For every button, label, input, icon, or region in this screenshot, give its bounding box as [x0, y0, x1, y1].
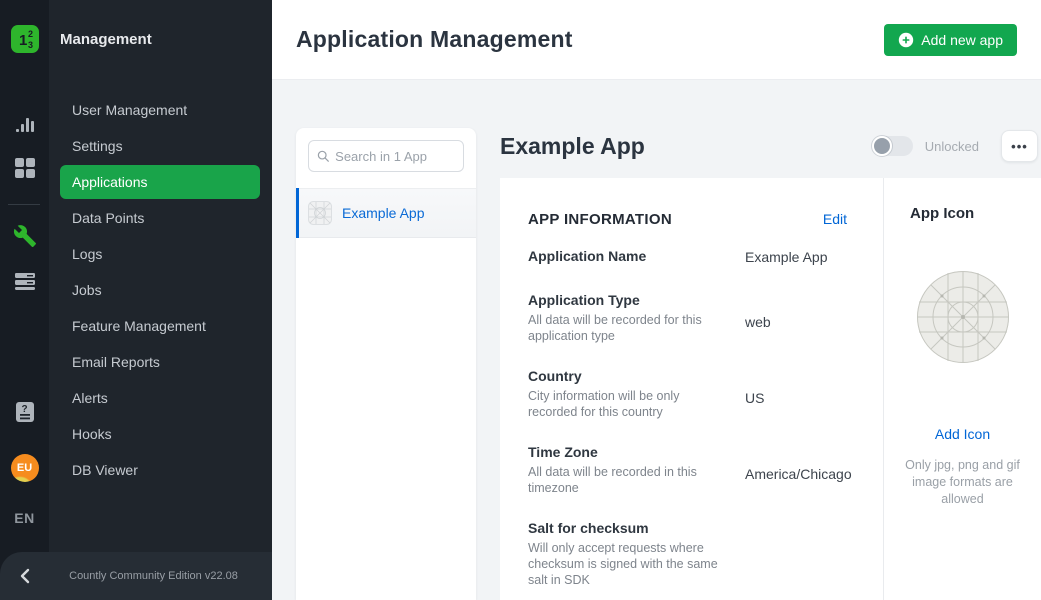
- toggle-knob: [872, 136, 892, 156]
- search-icon: [317, 149, 329, 163]
- field-time-zone: Time Zone All data will be recorded in t…: [528, 444, 847, 496]
- field-left: Time Zone All data will be recorded in t…: [528, 444, 745, 496]
- field-label: Salt for checksum: [528, 520, 727, 536]
- sidebar-item-email-reports[interactable]: Email Reports: [60, 345, 260, 379]
- field-description: City information will be only recorded f…: [528, 388, 727, 420]
- field-label: Time Zone: [528, 444, 727, 460]
- avatar: EU: [11, 454, 39, 482]
- analytics-nav[interactable]: [0, 112, 49, 136]
- field-description: Will only accept requests where checksum…: [528, 540, 727, 588]
- app-search: [296, 128, 476, 172]
- field-label: Application Type: [528, 292, 727, 308]
- sidebar-item-feature-management[interactable]: Feature Management: [60, 309, 260, 343]
- avatar-initials: EU: [17, 462, 32, 474]
- field-value: web: [745, 292, 771, 344]
- field-left: Application Type All data will be record…: [528, 292, 745, 344]
- sidebar-item-jobs[interactable]: Jobs: [60, 273, 260, 307]
- app-icon-placeholder: [916, 270, 1010, 364]
- sidebar-item-db-viewer[interactable]: DB Viewer: [60, 453, 260, 487]
- countly-logo-icon: 1 2 3: [11, 25, 39, 53]
- field-left: Application Name: [528, 248, 745, 268]
- field-value: America/Chicago: [745, 444, 852, 496]
- language-selector[interactable]: EN: [0, 510, 49, 526]
- grid-icon: [13, 156, 37, 180]
- user-menu[interactable]: EU: [0, 454, 49, 482]
- management-nav[interactable]: [0, 224, 49, 248]
- field-description: All data will be recorded for this appli…: [528, 312, 727, 344]
- language-label: EN: [14, 510, 34, 526]
- sidebar-rail: 1 2 3: [0, 0, 49, 600]
- app-icon-panel: App Icon Add Icon Only jpg, png and gif …: [884, 178, 1041, 600]
- field-value: US: [745, 368, 764, 420]
- page-header: Application Management Add new app: [272, 0, 1041, 80]
- sidebar-item-settings[interactable]: Settings: [60, 129, 260, 163]
- version-label: Countly Community Edition v22.08: [49, 570, 272, 582]
- sidebar-footer: Countly Community Edition v22.08: [0, 552, 272, 600]
- selected-indicator: [296, 188, 299, 238]
- field-label: Country: [528, 368, 727, 384]
- sidebar-item-alerts[interactable]: Alerts: [60, 381, 260, 415]
- data-manager-nav[interactable]: [0, 269, 49, 293]
- field-label: Application Name: [528, 248, 727, 264]
- collapse-sidebar-button[interactable]: [0, 568, 49, 584]
- search-input[interactable]: [335, 149, 455, 164]
- help-center-nav[interactable]: ?: [0, 400, 49, 424]
- app-name: Example App: [342, 205, 425, 221]
- sidebar-menu-panel: Management User Management Settings Appl…: [49, 0, 272, 600]
- field-value: Example App: [745, 248, 828, 268]
- svg-text:?: ?: [21, 404, 27, 415]
- help-icon: ?: [13, 400, 37, 424]
- field-application-name: Application Name Example App: [528, 248, 847, 268]
- chevron-left-icon: [18, 568, 32, 584]
- section-title: APP INFORMATION: [528, 211, 672, 228]
- wrench-icon: [13, 224, 37, 248]
- more-options-button[interactable]: •••: [1001, 130, 1038, 162]
- more-icon: •••: [1011, 139, 1028, 154]
- add-new-app-button[interactable]: Add new app: [884, 24, 1017, 56]
- field-left: Country City information will be only re…: [528, 368, 745, 420]
- field-salt-for-checksum: Salt for checksum Will only accept reque…: [528, 520, 847, 588]
- sidebar-item-applications[interactable]: Applications: [60, 165, 260, 199]
- detail-app-title: Example App: [500, 133, 645, 160]
- plus-circle-icon: [898, 32, 914, 48]
- edit-link[interactable]: Edit: [823, 211, 847, 227]
- rail-divider: [8, 204, 40, 205]
- sidebar-item-logs[interactable]: Logs: [60, 237, 260, 271]
- app-list-card: Example App: [296, 128, 476, 600]
- field-left: Salt for checksum Will only accept reque…: [528, 520, 745, 588]
- countly-logo[interactable]: 1 2 3: [0, 25, 49, 53]
- add-new-app-label: Add new app: [921, 32, 1003, 48]
- app-list-item-example-app[interactable]: Example App: [296, 188, 476, 238]
- servers-icon: [13, 269, 37, 293]
- sidebar-item-hooks[interactable]: Hooks: [60, 417, 260, 451]
- field-country: Country City information will be only re…: [528, 368, 847, 420]
- sidebar-section-title: Management: [60, 31, 152, 48]
- sidebar-menu: User Management Settings Applications Da…: [49, 93, 272, 489]
- svg-text:3: 3: [28, 40, 33, 50]
- app-placeholder-icon: [308, 201, 332, 225]
- detail-header: Example App Unlocked •••: [500, 128, 1041, 164]
- svg-text:1: 1: [19, 32, 27, 49]
- app-information-panel: APP INFORMATION Edit Application Name Ex…: [500, 178, 884, 600]
- page-title: Application Management: [296, 26, 573, 53]
- app-icon-title: App Icon: [910, 205, 1041, 222]
- lock-toggle[interactable]: [873, 136, 913, 156]
- app-information-header: APP INFORMATION Edit: [528, 211, 847, 228]
- field-description: All data will be recorded in this timezo…: [528, 464, 727, 496]
- sidebar-item-data-points[interactable]: Data Points: [60, 201, 260, 235]
- sidebar-item-user-management[interactable]: User Management: [60, 93, 260, 127]
- search-box[interactable]: [308, 140, 464, 172]
- icon-format-hint: Only jpg, png and gif image formats are …: [899, 457, 1027, 508]
- bar-chart-icon: [13, 112, 37, 136]
- dashboards-nav[interactable]: [0, 156, 49, 180]
- field-application-type: Application Type All data will be record…: [528, 292, 847, 344]
- svg-text:2: 2: [28, 29, 33, 39]
- add-icon-link[interactable]: Add Icon: [884, 426, 1041, 442]
- lock-state-label: Unlocked: [925, 139, 979, 154]
